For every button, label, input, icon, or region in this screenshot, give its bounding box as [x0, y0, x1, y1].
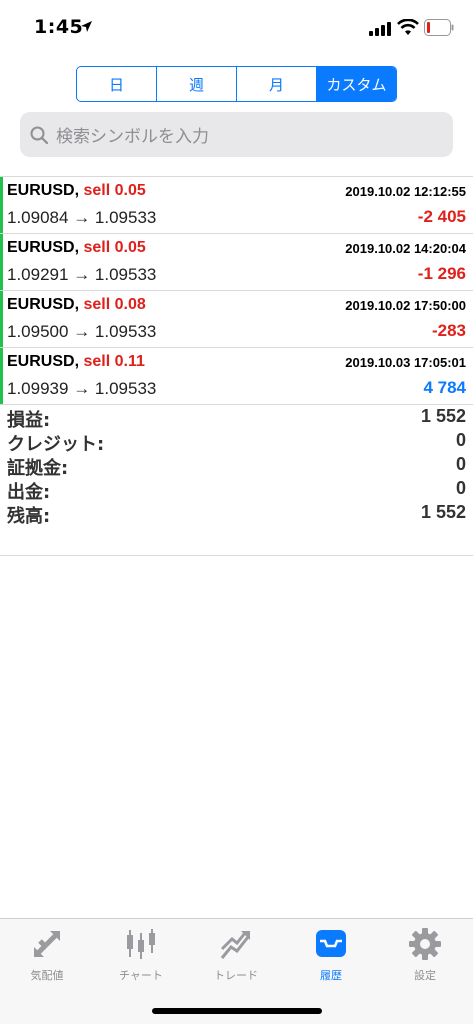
- history-inbox-icon: [316, 930, 346, 957]
- search-placeholder: 検索シンボルを入力: [56, 127, 209, 147]
- quotes-icon: [34, 931, 60, 957]
- summary-label: クレジット:: [7, 434, 105, 455]
- segment-custom[interactable]: カスタム: [317, 67, 396, 101]
- symbol-text: EURUSD,: [7, 182, 80, 199]
- trade-prices: 1.09084 → 1.09533: [7, 208, 156, 228]
- symbol-text: EURUSD,: [7, 239, 80, 256]
- summary-value: 0: [455, 478, 466, 498]
- summary-value: 1 552: [420, 502, 466, 522]
- open-price: 1.09939: [7, 379, 69, 398]
- close-price: 1.09533: [94, 265, 157, 284]
- trade-prices: 1.09500 → 1.09533: [7, 322, 156, 342]
- trade-side: sell 0.08: [83, 296, 146, 313]
- trade-icon: [220, 931, 250, 959]
- trade-indicator-bar: [0, 177, 3, 233]
- summary-withdrawal-row: 出金: 0: [0, 478, 473, 503]
- tab-label: 履歴: [320, 969, 342, 982]
- summary-value: 1 552: [420, 406, 466, 426]
- trade-profit: -2 405: [417, 207, 466, 226]
- open-price: 1.09291: [7, 265, 69, 284]
- trade-time: 2019.10.02 12:12:55: [345, 184, 466, 199]
- arrow: →: [73, 322, 91, 341]
- trade-row[interactable]: EURUSD, sell 0.08 2019.10.02 17:50:00 1.…: [0, 291, 473, 348]
- trade-symbol: EURUSD, sell 0.08: [7, 296, 146, 314]
- tab-quotes[interactable]: 気配値: [0, 927, 94, 987]
- location-arrow-icon: [81, 21, 92, 32]
- tab-chart[interactable]: チャート: [94, 927, 188, 987]
- arrow: →: [73, 265, 91, 284]
- tab-settings[interactable]: 設定: [378, 927, 472, 987]
- trade-symbol: EURUSD, sell 0.11: [7, 353, 145, 371]
- summary-profit-row: 損益: 1 552: [0, 406, 473, 431]
- tab-label: トレード: [214, 969, 258, 982]
- trade-profit: -283: [431, 321, 466, 340]
- trade-history-list: EURUSD, sell 0.05 2019.10.02 12:12:55 1.…: [0, 176, 473, 405]
- trade-time: 2019.10.02 17:50:00: [345, 298, 466, 313]
- account-summary: 損益: 1 552 クレジット: 0 証拠金: 0 出金: 0 残高: 1 55…: [0, 406, 473, 556]
- summary-label: 残高:: [7, 506, 51, 527]
- period-segmented-control: 日 週 月 カスタム: [76, 66, 397, 102]
- trade-profit: 4 784: [423, 378, 466, 397]
- summary-margin-row: 証拠金: 0: [0, 454, 473, 479]
- tab-trade[interactable]: トレード: [189, 927, 283, 987]
- trade-side: sell 0.05: [83, 182, 146, 199]
- tab-label: 気配値: [30, 969, 64, 982]
- status-time: 1:45: [34, 16, 84, 38]
- close-price: 1.09533: [94, 379, 157, 398]
- home-indicator: [152, 1008, 322, 1014]
- segment-day[interactable]: 日: [77, 67, 157, 101]
- trade-symbol: EURUSD, sell 0.05: [7, 239, 146, 257]
- summary-credit-row: クレジット: 0: [0, 430, 473, 455]
- trade-indicator-bar: [0, 291, 3, 347]
- trade-side: sell 0.05: [83, 239, 146, 256]
- symbol-search-input[interactable]: 検索シンボルを入力: [20, 112, 453, 157]
- segment-month[interactable]: 月: [237, 67, 317, 101]
- trade-row[interactable]: EURUSD, sell 0.05 2019.10.02 12:12:55 1.…: [0, 177, 473, 234]
- trade-profit: -1 296: [417, 264, 466, 283]
- trade-time: 2019.10.03 17:05:01: [345, 355, 466, 370]
- symbol-text: EURUSD,: [7, 296, 80, 313]
- tab-label: 設定: [414, 969, 436, 982]
- symbol-text: EURUSD,: [7, 353, 80, 370]
- gear-icon: [409, 928, 441, 960]
- open-price: 1.09084: [7, 208, 69, 227]
- tab-history[interactable]: 履歴: [284, 927, 378, 987]
- summary-label: 損益:: [7, 410, 51, 431]
- arrow: →: [73, 208, 91, 227]
- trade-side: sell 0.11: [83, 353, 145, 370]
- close-price: 1.09533: [94, 208, 157, 227]
- summary-label: 証拠金:: [7, 458, 69, 479]
- candlestick-icon: [127, 929, 155, 959]
- tab-label: チャート: [119, 969, 163, 982]
- trade-time: 2019.10.02 14:20:04: [345, 241, 466, 256]
- trade-indicator-bar: [0, 234, 3, 290]
- wifi-icon: [397, 19, 419, 35]
- summary-balance-row: 残高: 1 552: [0, 502, 473, 527]
- arrow: →: [73, 379, 91, 398]
- trade-prices: 1.09291 → 1.09533: [7, 265, 156, 285]
- summary-label: 出金:: [7, 482, 51, 503]
- trade-indicator-bar: [0, 348, 3, 404]
- search-icon: [30, 126, 48, 144]
- segment-week[interactable]: 週: [157, 67, 237, 101]
- close-price: 1.09533: [94, 322, 157, 341]
- trade-symbol: EURUSD, sell 0.05: [7, 182, 146, 200]
- status-bar: 1:45: [0, 0, 473, 56]
- trade-row[interactable]: EURUSD, sell 0.11 2019.10.03 17:05:01 1.…: [0, 348, 473, 405]
- trade-row[interactable]: EURUSD, sell 0.05 2019.10.02 14:20:04 1.…: [0, 234, 473, 291]
- open-price: 1.09500: [7, 322, 69, 341]
- cellular-signal-icon: [369, 22, 391, 36]
- summary-value: 0: [455, 454, 466, 474]
- summary-value: 0: [455, 430, 466, 450]
- battery-icon: [424, 19, 454, 36]
- trade-prices: 1.09939 → 1.09533: [7, 379, 156, 399]
